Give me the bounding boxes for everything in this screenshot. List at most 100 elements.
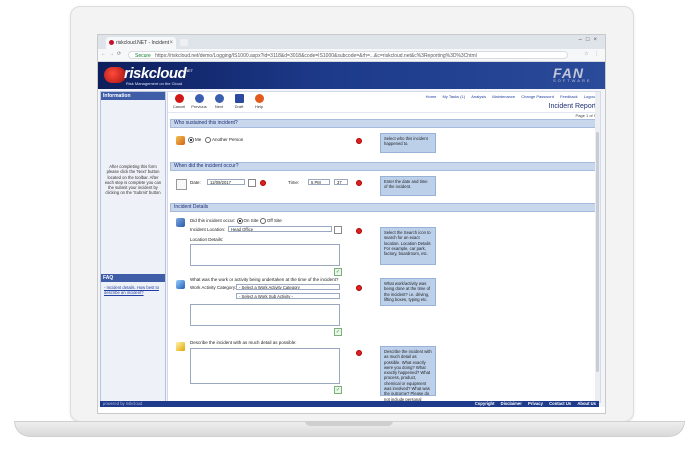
spellcheck-icon[interactable]: ✓ [334,386,342,394]
date-field[interactable]: 12/09/2017 [207,179,245,185]
brand2-sub: SOFTWARE [553,78,592,83]
notepad-icon [176,342,185,351]
work-question: What was the work or activity being unde… [190,277,339,282]
window-controls[interactable]: –□× [579,37,601,43]
search-icon[interactable] [334,226,342,234]
occur-question-text: Did this incident occur: [190,218,236,224]
cancel-button[interactable]: Cancel [170,94,188,109]
browser-tab[interactable]: riskcloud.NET - Incident × [106,37,176,49]
previous-button[interactable]: Previous [190,94,208,109]
work-category-select[interactable]: - Select a Work Activity Category [236,284,340,290]
incident-form: Cancel Previous Next Draft Help Home My … [167,91,601,403]
draft-button[interactable]: Draft [230,94,248,109]
date-label: Date: [190,180,201,185]
radio-onsite[interactable] [236,218,243,224]
faq-title: FAQ [101,274,165,282]
nav-buttons[interactable]: ←→⟳ [101,51,124,57]
person-icon [176,136,185,145]
scrollbar-thumb[interactable] [596,132,599,372]
radio-another[interactable] [205,137,212,143]
radio-offsite[interactable] [259,218,266,224]
tab-title: riskcloud.NET - Incident [116,40,169,46]
faq-link[interactable]: - Incident details. How best to describe… [101,282,165,299]
vertical-scrollbar[interactable] [595,92,600,402]
page-content: Information After completing this form p… [98,89,605,407]
when-help: Enter the date and time of the incident. [380,176,436,196]
favicon-icon [109,40,114,45]
spellcheck-icon[interactable]: ✓ [334,268,342,276]
required-icon [356,138,362,144]
about-link[interactable]: About Us [577,401,596,406]
home-link[interactable]: Home [426,94,437,99]
work-activity-icon [176,280,185,289]
location-help: Select the Search icon to search for an … [380,227,436,265]
feedback-link[interactable]: Feedback [560,94,578,99]
radio-me-label: Me [195,137,202,143]
next-button[interactable]: Next [210,94,228,109]
app-footer: powered by riskcloud Copyright Disclaime… [100,401,599,407]
url-field[interactable]: Secure https://riskcloud.net/demo/Loggin… [128,51,568,59]
radio-offsite-label: Off Site [266,218,282,224]
address-bar: ←→⟳ Secure https://riskcloud.net/demo/Lo… [98,49,605,62]
help-label: Help [254,104,264,109]
new-tab-button[interactable] [180,39,188,46]
save-icon [234,94,244,103]
previous-label: Previous [191,104,207,109]
location-details-label: Location Details: [190,237,224,242]
required-icon [356,285,362,291]
logo-net: .NET [184,68,194,73]
date-picker-icon[interactable] [248,179,256,187]
powered-by: powered by riskcloud [103,401,143,406]
work-details-textarea[interactable] [190,304,340,326]
privacy-link[interactable]: Privacy [528,401,543,406]
copyright-link[interactable]: Copyright [475,401,495,406]
next-label: Next [214,104,224,109]
hour-select[interactable]: 5 PM [308,179,330,185]
radio-another-label: Another Person [212,137,244,143]
radio-onsite-label: On Site [243,218,259,224]
location-field[interactable]: Head Office [228,226,332,232]
logo-tagline: Risk Management on the Cloud [126,81,183,86]
required-icon [260,180,266,186]
my-tasks-link[interactable]: My Tasks (1) [442,94,465,99]
draft-label: Draft [234,104,244,109]
maintenance-link[interactable]: Maintenance [492,94,515,99]
occur-question: Did this incident occur: On Site Off Sit… [190,218,282,224]
radio-me[interactable] [188,137,194,143]
work-subactivity-select[interactable]: - Select a Work Sub Activity - [236,293,340,299]
disclaimer-link[interactable]: Disclaimer [501,401,522,406]
who-section-header: Who sustained this incident? [170,119,598,128]
contact-link[interactable]: Contact Us [549,401,571,406]
tab-bar: riskcloud.NET - Incident × –□× [98,35,605,49]
faq-panel: FAQ - Incident details. How best to desc… [101,274,165,299]
form-toolbar: Cancel Previous Next Draft Help Home My … [168,92,600,113]
work-help: What work/activity was being done at the… [380,278,436,306]
app-header: riskcloud .NET Risk Management on the Cl… [98,62,605,90]
sidebar-info-text: After completing this form please click … [104,164,162,196]
fan-software-logo: FAN SOFTWARE [553,65,599,87]
time-label: Time: [288,180,300,185]
who-radio-group: Me Another Person [188,137,243,143]
location-details-textarea[interactable] [190,244,340,266]
describe-help: Describe the incident with as much detai… [380,346,436,402]
browser-window: riskcloud.NET - Incident × –□× ←→⟳ Secur… [97,34,606,414]
change-password-link[interactable]: Change Password [521,94,554,99]
spellcheck-icon[interactable]: ✓ [334,328,342,336]
describe-question: Describe the incident with as much detai… [190,340,297,345]
who-section: Me Another Person Select who this incide… [170,128,598,162]
footer-links: Copyright Disclaimer Privacy Contact Us … [470,401,596,407]
analysis-link[interactable]: Analysis [471,94,486,99]
required-icon [356,180,362,186]
logo-text: riskcloud [124,65,187,82]
help-button[interactable]: Help [250,94,268,109]
minute-select[interactable]: 37 [334,179,348,185]
cloud-logo-icon [104,67,126,83]
page-indicator: Page 1 of 5 [575,113,596,118]
secure-label: Secure [135,53,151,59]
top-links: Home My Tasks (1) Analysis Maintenance C… [421,94,596,99]
tab-close-icon[interactable]: × [169,37,173,49]
cancel-label: Cancel [172,104,186,109]
browser-menu-icon[interactable]: ☆ ⋮ [584,51,601,57]
previous-icon [194,94,204,103]
describe-textarea[interactable] [190,348,340,384]
